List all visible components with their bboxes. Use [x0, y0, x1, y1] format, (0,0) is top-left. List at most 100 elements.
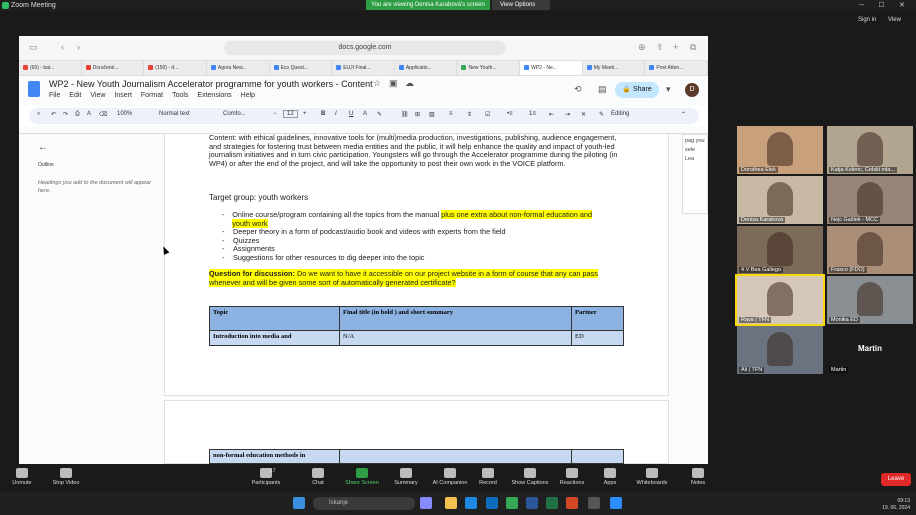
font-size-decrease[interactable]: −: [273, 111, 277, 117]
image-icon[interactable]: ▨: [429, 111, 435, 118]
windows-start-icon[interactable]: [293, 497, 305, 509]
align-icon[interactable]: ≡: [449, 111, 453, 117]
app-icon[interactable]: [588, 497, 600, 509]
file-explorer-icon[interactable]: [445, 497, 457, 509]
font-size-input[interactable]: 12: [283, 110, 298, 118]
browser-tab[interactable]: (60) - bal...: [19, 61, 82, 75]
menu-item[interactable]: Help: [241, 92, 255, 99]
participant-tile[interactable]: Monika ED: [827, 276, 913, 324]
control-notes[interactable]: Notes: [676, 468, 720, 486]
new-tab-icon[interactable]: +: [673, 42, 678, 52]
menu-item[interactable]: Format: [141, 92, 163, 99]
menu-item[interactable]: Edit: [69, 92, 81, 99]
browser-tab[interactable]: Post Atten...: [645, 61, 708, 75]
move-icon[interactable]: ▣: [389, 78, 398, 89]
history-icon[interactable]: ⟲: [574, 84, 582, 95]
share-button[interactable]: 🔒 Share: [615, 82, 659, 98]
line-spacing-icon[interactable]: ⇕: [467, 111, 472, 118]
share-icon[interactable]: ⇪: [656, 42, 664, 53]
undo-icon[interactable]: ↶: [51, 111, 56, 118]
menu-item[interactable]: File: [49, 92, 60, 99]
comments-icon[interactable]: ▤: [598, 84, 607, 95]
browser-tab[interactable]: New Youth...: [457, 61, 521, 75]
continued-table[interactable]: non-formal education methods in: [209, 449, 624, 464]
maximize-icon[interactable]: ☐: [878, 0, 884, 11]
avatar[interactable]: D: [685, 83, 699, 97]
control-stop-video[interactable]: Stop Video: [44, 468, 88, 486]
system-tray[interactable]: 09:13 19. 06. 2024: [828, 495, 914, 513]
clock[interactable]: 09:13 19. 06. 2024: [882, 498, 910, 512]
outlook-icon[interactable]: [486, 497, 498, 509]
control-record[interactable]: Record: [466, 468, 510, 486]
forward-icon[interactable]: ›: [77, 42, 80, 52]
menu-item[interactable]: Tools: [172, 92, 188, 99]
browser-tab[interactable]: EUJI Final...: [332, 61, 395, 75]
tab-overview-icon[interactable]: ⧉: [690, 42, 696, 53]
control-chat[interactable]: Chat: [296, 468, 340, 486]
browser-tab[interactable]: Applicatio...: [395, 61, 458, 75]
control-participants[interactable]: Participants 17: [244, 468, 288, 486]
zoom-select[interactable]: 100%: [117, 111, 132, 117]
comment-icon[interactable]: ⊞: [415, 111, 420, 118]
address-bar[interactable]: docs.google.com: [224, 41, 506, 55]
link-icon[interactable]: ⛓: [401, 111, 409, 118]
participant-tile[interactable]: Raya | TFN: [735, 274, 825, 326]
browser-tab[interactable]: Doručené...: [82, 61, 145, 75]
checklist-icon[interactable]: ☑: [485, 111, 490, 118]
topics-table[interactable]: Topic Final title (in bold ) and short s…: [209, 306, 624, 346]
sidebar-icon[interactable]: ▭: [29, 42, 38, 53]
table-cell[interactable]: [339, 449, 572, 464]
participant-tile[interactable]: 4 V Bea Gallego: [737, 226, 823, 274]
font-size-increase[interactable]: +: [303, 111, 307, 117]
minimize-icon[interactable]: ─: [859, 0, 864, 11]
document-page-2[interactable]: non-formal education methods in: [164, 400, 669, 464]
browser-tab[interactable]: My Meeti...: [583, 61, 646, 75]
print-icon[interactable]: ⎙: [75, 111, 80, 118]
clear-format-icon[interactable]: ✕: [581, 111, 586, 118]
italic-icon[interactable]: I: [335, 111, 337, 117]
paint-format-icon[interactable]: ⌫: [99, 111, 107, 118]
collapse-toolbar-icon[interactable]: ⌃: [681, 111, 686, 118]
document-title[interactable]: WP2 - New Youth Journalism Accelerator p…: [49, 79, 373, 89]
view-options-button[interactable]: View Options: [492, 0, 550, 10]
bullet-list-icon[interactable]: •≡: [507, 111, 513, 117]
app-icon[interactable]: [420, 497, 432, 509]
bold-icon[interactable]: B: [321, 111, 325, 117]
back-arrow-icon[interactable]: ←: [38, 142, 48, 153]
control-unmute[interactable]: Unmute: [0, 468, 44, 486]
menu-item[interactable]: Extensions: [197, 92, 231, 99]
editing-mode-select[interactable]: Editing: [611, 111, 629, 117]
table-cell[interactable]: ED: [571, 330, 624, 346]
numbered-list-icon[interactable]: 1≡: [529, 111, 536, 117]
docs-logo-icon[interactable]: [28, 81, 40, 97]
table-cell[interactable]: non-formal education methods in: [209, 449, 340, 464]
leave-button[interactable]: Leave: [881, 473, 911, 486]
style-select[interactable]: Normal text: [159, 111, 190, 117]
control-whiteboards[interactable]: Whiteboards: [630, 468, 674, 486]
control-show-captions[interactable]: Show Captions: [508, 468, 552, 486]
word-icon[interactable]: [526, 497, 538, 509]
redo-icon[interactable]: ↷: [63, 111, 68, 118]
menu-item[interactable]: View: [90, 92, 105, 99]
discussion-question[interactable]: Question for discussion: Do we want to h…: [209, 269, 619, 287]
control-share-screen[interactable]: Share Screen: [340, 468, 384, 486]
view-button[interactable]: View: [888, 17, 901, 23]
window-controls[interactable]: ─ ☐ ✕: [852, 0, 912, 11]
menu-item[interactable]: Insert: [114, 92, 132, 99]
browser-tab[interactable]: Eco Quest...: [270, 61, 333, 75]
comment-panel-snippet[interactable]: pag you sele Lea: [682, 134, 708, 214]
spellcheck-icon[interactable]: A: [87, 111, 91, 117]
browser-tab[interactable]: Agora New...: [207, 61, 270, 75]
target-group-line[interactable]: Target group: youth workers: [209, 193, 308, 203]
indent-decrease-icon[interactable]: ⇤: [549, 111, 554, 118]
participant-tile[interactable]: Denisa Karabová: [737, 176, 823, 224]
star-icon[interactable]: ☆: [373, 78, 381, 89]
table-cell[interactable]: [571, 449, 624, 464]
participant-tile[interactable]: Katja Kolenc, Celski mla...: [827, 126, 913, 174]
editing-mode-icon[interactable]: ✎: [599, 111, 604, 118]
chrome-icon[interactable]: [506, 497, 518, 509]
taskbar-search[interactable]: Iskanje: [313, 497, 415, 510]
close-icon[interactable]: ✕: [899, 0, 905, 11]
browser-tab[interactable]: WP2 - Ne...: [520, 61, 583, 75]
highlight-icon[interactable]: ✎: [377, 111, 382, 118]
